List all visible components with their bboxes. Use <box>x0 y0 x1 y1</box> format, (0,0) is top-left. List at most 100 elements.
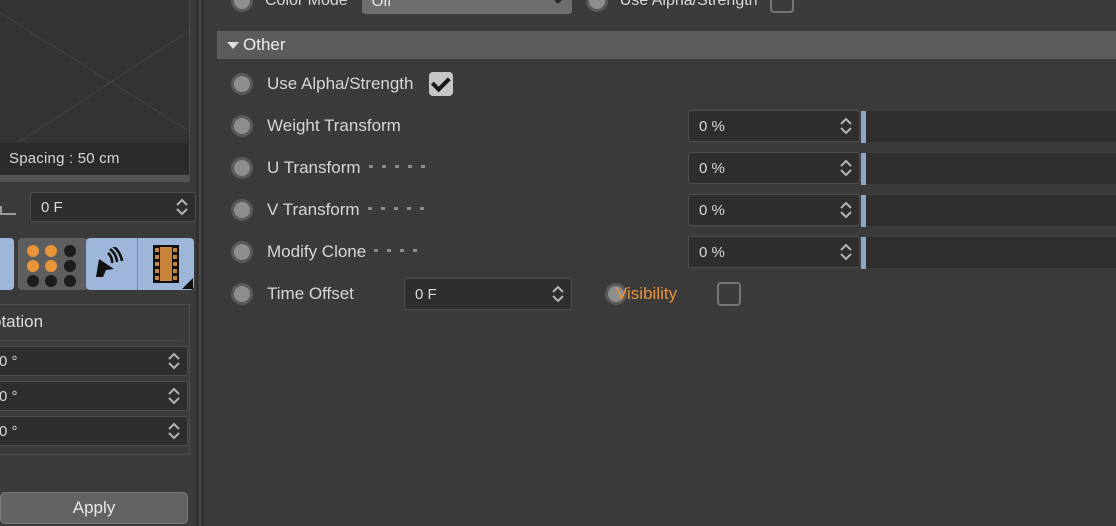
slider-handle[interactable] <box>861 111 866 143</box>
chevron-up-down-icon <box>168 387 180 405</box>
rotation-b-value: 0 ° <box>0 422 18 440</box>
rotation-row: 0 ° <box>0 376 189 411</box>
rotation-b-input[interactable]: 0 ° <box>0 416 188 446</box>
v-transform-slider[interactable] <box>861 194 1116 227</box>
stepper-arrows-icon[interactable] <box>176 193 188 221</box>
spacing-tooltip: Spacing : 50 cm <box>0 143 189 174</box>
rotation-row: 0 ° <box>0 411 189 446</box>
apply-button-label: Apply <box>72 498 116 517</box>
leader-dots <box>374 249 418 255</box>
film-strip-icon[interactable] <box>138 238 194 290</box>
time-offset-label: Time Offset <box>267 284 354 303</box>
cursor-waves-icon[interactable] <box>86 238 138 290</box>
keyframe-dot-icon[interactable] <box>231 241 253 263</box>
top-use-alpha-strength-label: Use Alpha/Strength <box>619 0 758 9</box>
chevron-up-down-icon <box>552 285 564 303</box>
spacing-tooltip-label: Spacing : 50 cm <box>9 150 120 167</box>
rotation-p-input[interactable]: 0 ° <box>0 381 188 411</box>
row-u-transform: U Transform 0 % <box>204 147 1116 189</box>
modify-clone-slider[interactable] <box>861 236 1116 269</box>
row-label: Weight Transform <box>267 116 401 135</box>
stepper-arrows-icon[interactable] <box>840 195 852 225</box>
color-mode-value: Off <box>371 0 392 10</box>
slider-handle[interactable] <box>861 153 866 185</box>
keyframe-dot-icon[interactable] <box>231 73 253 95</box>
keyframe-dot-icon[interactable] <box>231 0 253 12</box>
chevron-up-down-icon <box>840 201 852 219</box>
partial-tool-button[interactable] <box>0 238 14 290</box>
color-mode-label: Color Mode <box>265 0 348 9</box>
row-time-offset: Time Offset 0 F Visibility <box>204 273 1116 315</box>
left-panel: Spacing : 50 cm 0 F tation 0 ° 0 ° 0 ° A… <box>0 0 196 526</box>
chevron-up-down-icon <box>168 352 180 370</box>
dot-grid-icon[interactable] <box>18 238 88 290</box>
u-transform-value: 0 % <box>699 159 725 177</box>
keyframe-dot-icon[interactable] <box>231 283 253 305</box>
time-offset-input[interactable]: 0 F <box>404 278 572 310</box>
stepper-arrows-icon[interactable] <box>552 279 564 309</box>
row-label: Use Alpha/Strength <box>267 74 414 93</box>
rotation-group: otation 0 ° 0 ° <box>0 304 190 455</box>
viewport-gridline <box>0 0 189 161</box>
clipped-top-row: Color Mode Off Use Alpha/Strength <box>204 0 1116 14</box>
viewport-bottom-edge <box>0 175 189 182</box>
slider-handle[interactable] <box>861 195 866 227</box>
slider-handle[interactable] <box>861 237 866 269</box>
keyframe-dot-icon[interactable] <box>585 0 608 12</box>
keyframe-dot-icon[interactable] <box>231 157 253 179</box>
color-mode-dropdown[interactable]: Off <box>361 0 572 14</box>
application-window: Spacing : 50 cm 0 F tation 0 ° 0 ° 0 ° A… <box>0 0 1116 526</box>
leader-dots <box>367 207 424 213</box>
frame-input-value: 0 F <box>41 198 63 216</box>
u-transform-input[interactable]: 0 % <box>688 152 860 184</box>
row-weight-transform: Weight Transform 0 % <box>204 105 1116 147</box>
v-transform-value: 0 % <box>699 201 725 219</box>
v-transform-input[interactable]: 0 % <box>688 194 860 226</box>
row-label: Modify Clone <box>267 242 367 261</box>
frame-input[interactable]: 0 F <box>30 192 196 222</box>
keyframe-dot-icon[interactable] <box>231 115 253 137</box>
stepper-arrows-icon[interactable] <box>168 382 180 410</box>
dropdown-corner-icon[interactable] <box>182 278 193 289</box>
viewport-3d[interactable]: Spacing : 50 cm <box>0 0 190 182</box>
use-alpha-strength-checkbox[interactable] <box>429 72 454 96</box>
weight-transform-value: 0 % <box>699 117 725 135</box>
chevron-up-down-icon <box>168 422 180 440</box>
time-offset-value: 0 F <box>415 285 437 303</box>
group-header-other[interactable]: Other <box>217 31 1116 59</box>
u-transform-slider[interactable] <box>861 152 1116 185</box>
weight-transform-slider[interactable] <box>861 110 1116 143</box>
apply-button[interactable]: Apply <box>0 492 188 524</box>
rotation-row: 0 ° <box>0 341 189 376</box>
group-header-label: Other <box>243 35 286 54</box>
chevron-up-down-icon <box>840 243 852 261</box>
stepper-arrows-icon[interactable] <box>168 417 180 445</box>
attributes-panel: Color Mode Off Use Alpha/Strength Other … <box>204 0 1116 526</box>
rotation-h-input[interactable]: 0 ° <box>0 346 188 376</box>
triangle-down-icon[interactable] <box>227 41 239 49</box>
stepper-arrows-icon[interactable] <box>840 153 852 183</box>
stepper-arrows-icon[interactable] <box>840 111 852 141</box>
keyframe-dot-icon[interactable] <box>231 199 253 221</box>
modify-clone-input[interactable]: 0 % <box>688 236 860 268</box>
rotation-h-value: 0 ° <box>0 352 18 370</box>
row-use-alpha-strength: Use Alpha/Strength <box>204 63 1116 105</box>
stepper-arrows-icon[interactable] <box>168 347 180 375</box>
top-use-alpha-strength-checkbox[interactable] <box>769 0 794 13</box>
chevron-up-down-icon <box>840 117 852 135</box>
chevron-up-down-icon <box>840 159 852 177</box>
row-v-transform: V Transform 0 % <box>204 189 1116 231</box>
rotation-p-value: 0 ° <box>0 387 18 405</box>
rotation-group-title: otation <box>0 305 183 341</box>
stepper-arrows-icon[interactable] <box>840 237 852 267</box>
chevron-down-icon <box>552 0 563 4</box>
leader-dots <box>368 165 425 171</box>
visibility-checkbox[interactable] <box>717 282 741 306</box>
row-modify-clone: Modify Clone 0 % <box>204 231 1116 273</box>
visibility-label: Visibility <box>616 284 678 303</box>
chevron-up-down-icon <box>176 198 188 216</box>
weight-transform-input[interactable]: 0 % <box>688 110 860 142</box>
frame-field-row: 0 F <box>0 190 196 226</box>
row-label: U Transform <box>267 158 361 177</box>
modify-clone-value: 0 % <box>699 243 725 261</box>
